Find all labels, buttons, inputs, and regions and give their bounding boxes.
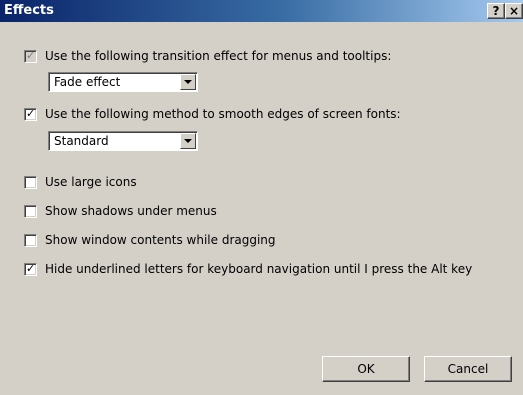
window-contents-dragging-label: Show window contents while dragging bbox=[45, 233, 276, 247]
checkmark-icon: ✓ bbox=[26, 48, 36, 62]
smooth-edges-checkbox[interactable]: ✓ bbox=[24, 106, 37, 121]
help-button[interactable]: ? bbox=[487, 3, 505, 19]
window-contents-dragging-checkbox[interactable] bbox=[24, 233, 37, 247]
transition-effect-label: Use the following transition effect for … bbox=[45, 49, 392, 63]
hide-underlined-option[interactable]: ✓ Hide underlined letters for keyboard n… bbox=[24, 261, 472, 277]
menu-shadows-label: Show shadows under menus bbox=[45, 204, 217, 218]
transition-effect-checkbox[interactable]: ✓ bbox=[24, 48, 37, 63]
transition-effect-select[interactable]: Fade effect bbox=[48, 72, 198, 92]
menu-shadows-checkbox[interactable] bbox=[24, 204, 37, 218]
large-icons-option[interactable]: Use large icons bbox=[24, 174, 137, 190]
window-contents-dragging-option[interactable]: Show window contents while dragging bbox=[24, 232, 276, 248]
large-icons-label: Use large icons bbox=[45, 175, 137, 189]
smooth-edges-label: Use the following method to smooth edges… bbox=[45, 107, 401, 121]
smooth-edges-value: Standard bbox=[54, 134, 109, 148]
chevron-down-icon bbox=[184, 80, 192, 84]
dropdown-button[interactable] bbox=[180, 133, 196, 149]
hide-underlined-checkbox[interactable]: ✓ bbox=[24, 261, 37, 276]
smooth-edges-select[interactable]: Standard bbox=[48, 131, 198, 151]
dropdown-button[interactable] bbox=[180, 74, 196, 90]
menu-shadows-option[interactable]: Show shadows under menus bbox=[24, 203, 217, 219]
smooth-edges-option[interactable]: ✓ Use the following method to smooth edg… bbox=[24, 106, 401, 122]
hide-underlined-label: Hide underlined letters for keyboard nav… bbox=[45, 262, 473, 276]
cancel-button[interactable]: Cancel bbox=[424, 356, 512, 382]
transition-effect-option[interactable]: ✓ Use the following transition effect fo… bbox=[24, 48, 391, 64]
checkmark-icon: ✓ bbox=[26, 261, 36, 275]
checkmark-icon: ✓ bbox=[26, 106, 36, 120]
window-title: Effects bbox=[4, 3, 54, 18]
title-bar[interactable]: Effects ? × bbox=[0, 0, 523, 22]
chevron-down-icon bbox=[184, 139, 192, 143]
large-icons-checkbox[interactable] bbox=[24, 175, 37, 189]
transition-effect-value: Fade effect bbox=[54, 75, 121, 89]
ok-button[interactable]: OK bbox=[322, 356, 410, 382]
close-button[interactable]: × bbox=[505, 3, 523, 19]
